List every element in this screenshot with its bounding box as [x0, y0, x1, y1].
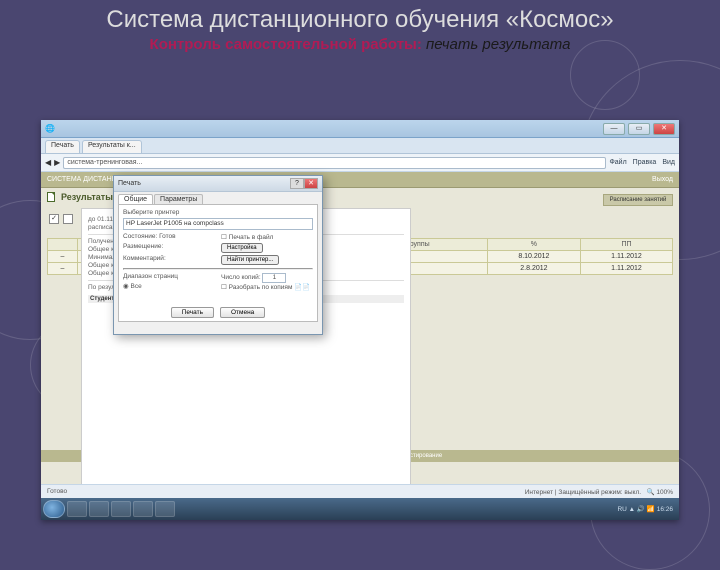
- taskbar-icon[interactable]: [111, 501, 131, 517]
- dialog-body: Выберите принтер HP LaserJet P1005 на co…: [118, 204, 318, 322]
- browser-tabs: Печать Результаты к...: [41, 138, 679, 154]
- location-row: Размещение:: [123, 243, 215, 253]
- status-left: Готово: [47, 488, 67, 495]
- print-to-file-checkbox[interactable]: ☐ Печать в файл: [221, 233, 313, 241]
- close-button[interactable]: ✕: [653, 123, 675, 135]
- cancel-button[interactable]: Отмена: [220, 307, 265, 318]
- security-mode: Интернет | Защищённый режим: выкл.: [525, 489, 641, 496]
- taskbar-icon[interactable]: [155, 501, 175, 517]
- maximize-button[interactable]: ▭: [628, 123, 650, 135]
- dialog-tab-general[interactable]: Общие: [118, 194, 153, 204]
- browser-menu: Файл Правка Вид: [609, 159, 675, 166]
- dialog-titlebar: Печать ? ✕: [114, 176, 322, 192]
- taskbar-icon[interactable]: [89, 501, 109, 517]
- menu-item[interactable]: Правка: [633, 159, 657, 166]
- status-row: Состояние: Готов: [123, 233, 215, 241]
- printer-label: Выберите принтер: [123, 209, 313, 216]
- table-header: %: [487, 239, 580, 251]
- print-button[interactable]: Печать: [171, 307, 214, 318]
- checkbox[interactable]: ✓: [49, 214, 59, 224]
- checkbox-group: ✓: [49, 214, 73, 224]
- zoom-level[interactable]: 100%: [656, 489, 673, 496]
- window-titlebar: 🌐 — ▭ ✕: [41, 120, 679, 138]
- table-cell: 1.11.2012: [580, 251, 672, 263]
- copies-input[interactable]: 1: [262, 273, 286, 283]
- browser-tab[interactable]: Печать: [45, 140, 80, 153]
- dialog-tabs: Общие Параметры: [114, 192, 322, 204]
- table-header: [48, 239, 78, 251]
- collate-checkbox[interactable]: ☐ Разобрать по копиям 📄📄: [221, 283, 313, 291]
- start-button[interactable]: [43, 500, 65, 518]
- dialog-tab-options[interactable]: Параметры: [154, 194, 203, 204]
- table-cell: –: [48, 263, 78, 275]
- address-input[interactable]: система-тренинговая...: [63, 157, 606, 169]
- find-printer-button[interactable]: Найти принтер...: [221, 255, 279, 265]
- range-all-radio[interactable]: ◉ Все: [123, 282, 215, 290]
- browser-tab[interactable]: Результаты к...: [82, 140, 142, 153]
- forward-button[interactable]: ▶: [54, 158, 60, 167]
- range-label: Диапазон страниц: [123, 273, 215, 280]
- document-icon: [47, 192, 55, 202]
- subtitle-red: Контроль самостоятельной работы:: [150, 36, 422, 53]
- system-tray[interactable]: RU ▲ 🔊 📶 16:26: [613, 505, 677, 513]
- checkbox[interactable]: [63, 214, 73, 224]
- schedule-button[interactable]: Расписание занятий: [603, 194, 673, 206]
- copies-label: Число копий:: [221, 274, 261, 281]
- status-right: Интернет | Защищённый режим: выкл. 🔍 100…: [525, 488, 673, 496]
- table-cell: 8.10.2012: [487, 251, 580, 263]
- dialog-help-button[interactable]: ?: [290, 178, 304, 189]
- screenshot-window: 🌐 — ▭ ✕ Печать Результаты к... ◀ ▶ систе…: [41, 120, 679, 520]
- back-button[interactable]: ◀: [45, 158, 51, 167]
- table-cell: 2.8.2012: [487, 263, 580, 275]
- window-icon: 🌐: [45, 124, 55, 133]
- taskbar-icon[interactable]: [67, 501, 87, 517]
- subtitle-italic: печать результата: [422, 36, 571, 53]
- dialog-title: Печать: [118, 180, 290, 187]
- menu-item[interactable]: Файл: [609, 159, 626, 166]
- table-cell: 1.11.2012: [580, 263, 672, 275]
- comment-row: Комментарий:: [123, 255, 215, 265]
- taskbar: RU ▲ 🔊 📶 16:26: [41, 498, 679, 520]
- minimize-button[interactable]: —: [603, 123, 625, 135]
- slide-title: Система дистанционного обучения «Космос»: [0, 0, 720, 36]
- printer-select[interactable]: HP LaserJet P1005 на compclass: [123, 218, 313, 230]
- table-cell: –: [48, 251, 78, 263]
- logout-link[interactable]: Выход: [652, 176, 673, 183]
- slide-subtitle: Контроль самостоятельной работы: печать …: [0, 36, 720, 59]
- settings-button[interactable]: Настройка: [221, 243, 263, 253]
- address-bar-row: ◀ ▶ система-тренинговая... Файл Правка В…: [41, 154, 679, 172]
- dialog-close-button[interactable]: ✕: [304, 178, 318, 189]
- print-dialog: Печать ? ✕ Общие Параметры Выберите прин…: [113, 175, 323, 335]
- table-header: ПП: [580, 239, 672, 251]
- taskbar-icon[interactable]: [133, 501, 153, 517]
- menu-item[interactable]: Вид: [662, 159, 675, 166]
- browser-status-bar: Готово Интернет | Защищённый режим: выкл…: [41, 484, 679, 498]
